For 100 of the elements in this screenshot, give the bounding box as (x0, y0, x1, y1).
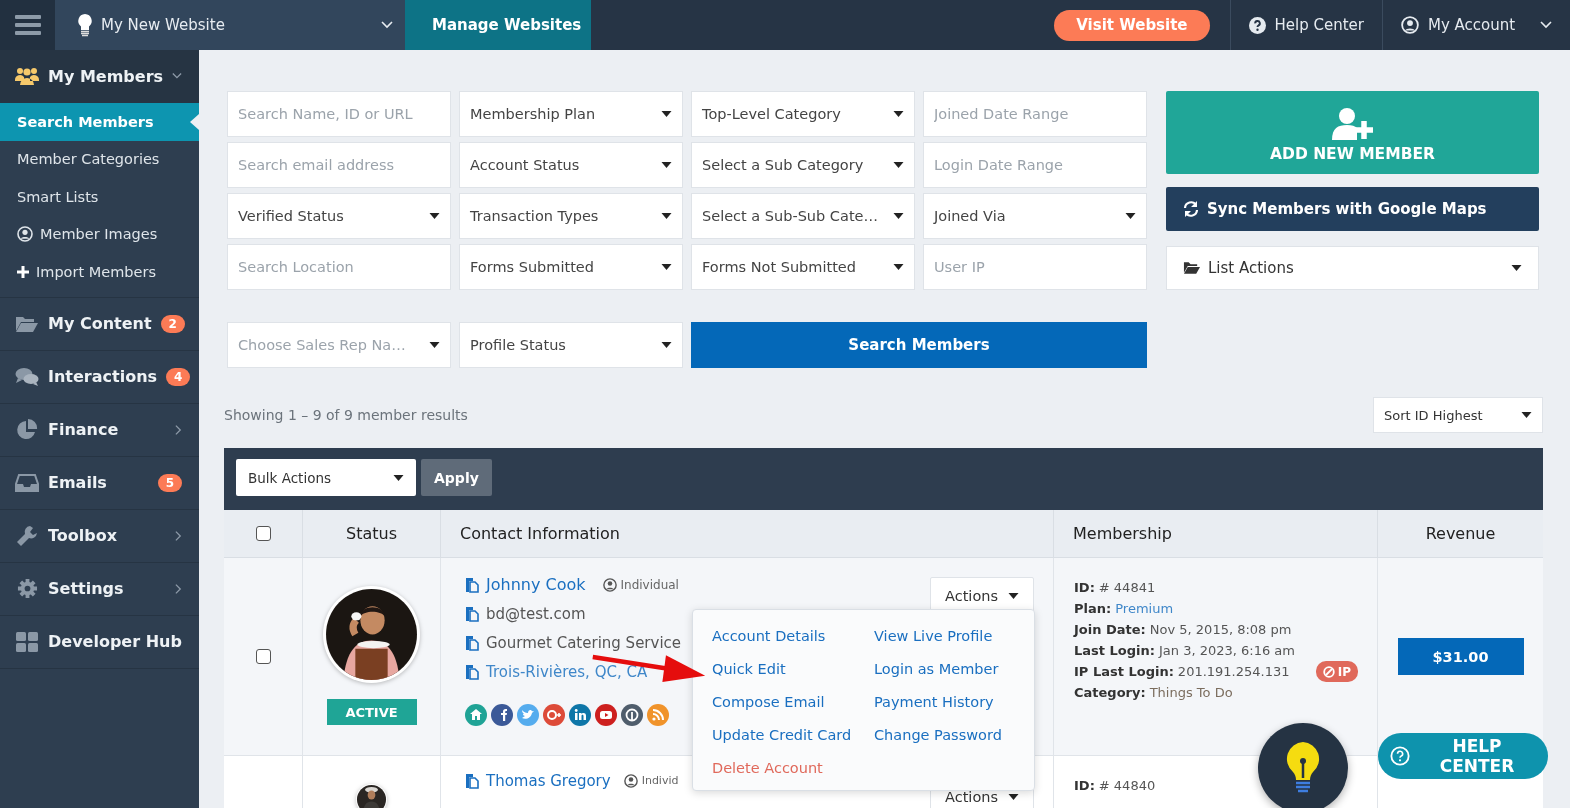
submenu-item[interactable]: Search Members (0, 103, 199, 141)
chevron-down-icon (381, 21, 393, 29)
chevron-down-icon (1540, 21, 1552, 29)
sidebar-item[interactable]: Settings (0, 562, 199, 616)
membership-detail: ID: # 44841 (1074, 580, 1156, 595)
chat-icon (15, 366, 39, 387)
social-icon[interactable] (595, 704, 617, 726)
caret-down-icon (893, 162, 904, 168)
gear-icon (16, 578, 38, 599)
menu-item[interactable]: View Live Profile (874, 625, 1034, 646)
input-field[interactable]: Search email address (227, 142, 451, 188)
count-badge: 4 (166, 367, 191, 386)
select-field[interactable]: Membership Plan (459, 91, 683, 137)
input-field[interactable]: Search Name, ID or URL (227, 91, 451, 137)
apply-button[interactable]: Apply (421, 459, 492, 496)
sidebar-item[interactable]: Toolbox (0, 509, 199, 563)
social-icon[interactable] (569, 704, 591, 726)
grid-icon (16, 631, 38, 652)
document-icon (465, 772, 479, 789)
sidebar-item[interactable]: Finance (0, 403, 199, 457)
menu-item[interactable]: Update Credit Card (712, 724, 874, 745)
manage-websites-button[interactable]: Manage Websites (405, 0, 591, 50)
select-field[interactable]: Forms Not Submitted (691, 244, 915, 290)
sidebar-item[interactable]: My Content 2 (0, 297, 199, 351)
menu-item[interactable]: Login as Member (874, 658, 1034, 679)
caret-down-icon (661, 111, 672, 117)
select-field[interactable]: Verified Status (227, 193, 451, 239)
member-name-link[interactable]: Thomas Gregory (486, 771, 611, 790)
sidebar-item[interactable]: Emails 5 (0, 456, 199, 510)
member-name-link[interactable]: Johnny Cook (486, 575, 586, 594)
column-header: Revenue (1425, 524, 1496, 543)
menu-item[interactable]: Compose Email (712, 691, 874, 712)
select-field[interactable]: Account Status (459, 142, 683, 188)
select-field[interactable]: Select a Sub Category (691, 142, 915, 188)
plus-icon (17, 265, 29, 278)
account-menu[interactable]: My Account (1382, 0, 1570, 50)
revenue-button[interactable]: $31.00 (1397, 638, 1524, 675)
menu-item[interactable]: Quick Edit (712, 658, 874, 679)
menu-icon[interactable] (0, 0, 55, 50)
member-type: Individ (623, 773, 679, 788)
member-type: Individual (602, 577, 679, 592)
sidebar-item[interactable]: Developer Hub (0, 615, 199, 669)
document-icon (465, 576, 479, 593)
site-selector[interactable]: My New Website (55, 0, 405, 50)
user-circle-icon (623, 773, 638, 788)
pie-chart-icon (16, 418, 38, 441)
sort-dropdown[interactable]: Sort ID Highest (1373, 397, 1543, 433)
ip-badge: IP (1315, 661, 1358, 682)
select-field[interactable]: Top-Level Category (691, 91, 915, 137)
count-badge: 2 (160, 314, 185, 333)
menu-item[interactable]: Account Details (712, 625, 874, 646)
input-field[interactable]: Joined Date Range (923, 91, 1147, 137)
social-icon[interactable] (465, 704, 487, 726)
social-icon[interactable] (491, 704, 513, 726)
checkbox[interactable] (255, 526, 271, 541)
select-field[interactable]: Select a Sub-Sub Cate… (691, 193, 915, 239)
submenu-item[interactable]: Smart Lists (0, 178, 199, 216)
social-icon[interactable] (543, 704, 565, 726)
count-badge: 5 (157, 473, 182, 492)
sidebar-item[interactable]: Interactions 4 (0, 350, 199, 404)
select-field[interactable]: Transaction Types (459, 193, 683, 239)
caret-down-icon (661, 162, 672, 168)
caret-down-icon (661, 342, 672, 348)
input-field[interactable]: Login Date Range (923, 142, 1147, 188)
membership-detail: IP Last Login: 201.191.254.131 (1074, 664, 1290, 679)
submenu-item[interactable]: Member Categories (0, 140, 199, 178)
menu-item[interactable]: Change Password (874, 724, 1034, 745)
help-center-link[interactable]: Help Center (1229, 0, 1382, 50)
help-center-button[interactable]: HELP CENTER (1378, 733, 1548, 779)
submenu-item[interactable]: Import Members (0, 253, 199, 291)
status-badge: ACTIVE (326, 699, 417, 725)
caret-down-icon (1008, 592, 1019, 599)
select-field[interactable]: Joined Via (923, 193, 1147, 239)
company-name: Gourmet Catering Service (486, 633, 682, 652)
users-icon (15, 66, 39, 86)
sync-button[interactable]: Sync Members with Google Maps (1166, 187, 1539, 231)
select-field[interactable]: Forms Submitted (459, 244, 683, 290)
social-icon[interactable] (621, 704, 643, 726)
input-field[interactable]: User IP (923, 244, 1147, 290)
membership-detail: Last Login: Jan 3, 2023, 6:16 am (1074, 643, 1295, 658)
bulk-actions-dropdown[interactable]: Bulk Actions (236, 459, 416, 496)
input-field[interactable]: Search Location (227, 244, 451, 290)
list-actions-dropdown[interactable]: List Actions (1166, 246, 1539, 290)
location-link[interactable]: Trois-Rivières, QC, CA (486, 662, 648, 681)
caret-down-icon (893, 111, 904, 117)
document-icon (465, 605, 479, 622)
membership-detail: Category: Things To Do (1074, 685, 1233, 700)
folder-icon (15, 314, 39, 333)
submenu-item[interactable]: Member Images (0, 215, 199, 253)
user-circle-icon (602, 577, 617, 592)
results-summary: Showing 1 – 9 of 9 member results (224, 407, 468, 423)
caret-down-icon (429, 213, 440, 219)
menu-item[interactable]: Payment History (874, 691, 1034, 712)
select-field[interactable]: Profile Status (459, 322, 683, 368)
sidebar-item[interactable]: My Members (0, 50, 199, 103)
ban-icon (1322, 665, 1335, 678)
chevron-right-icon (175, 423, 182, 436)
membership-detail: ID: # 44840 (1074, 778, 1156, 793)
checkbox[interactable] (255, 649, 271, 664)
search-button[interactable]: Search Members (691, 322, 1147, 368)
